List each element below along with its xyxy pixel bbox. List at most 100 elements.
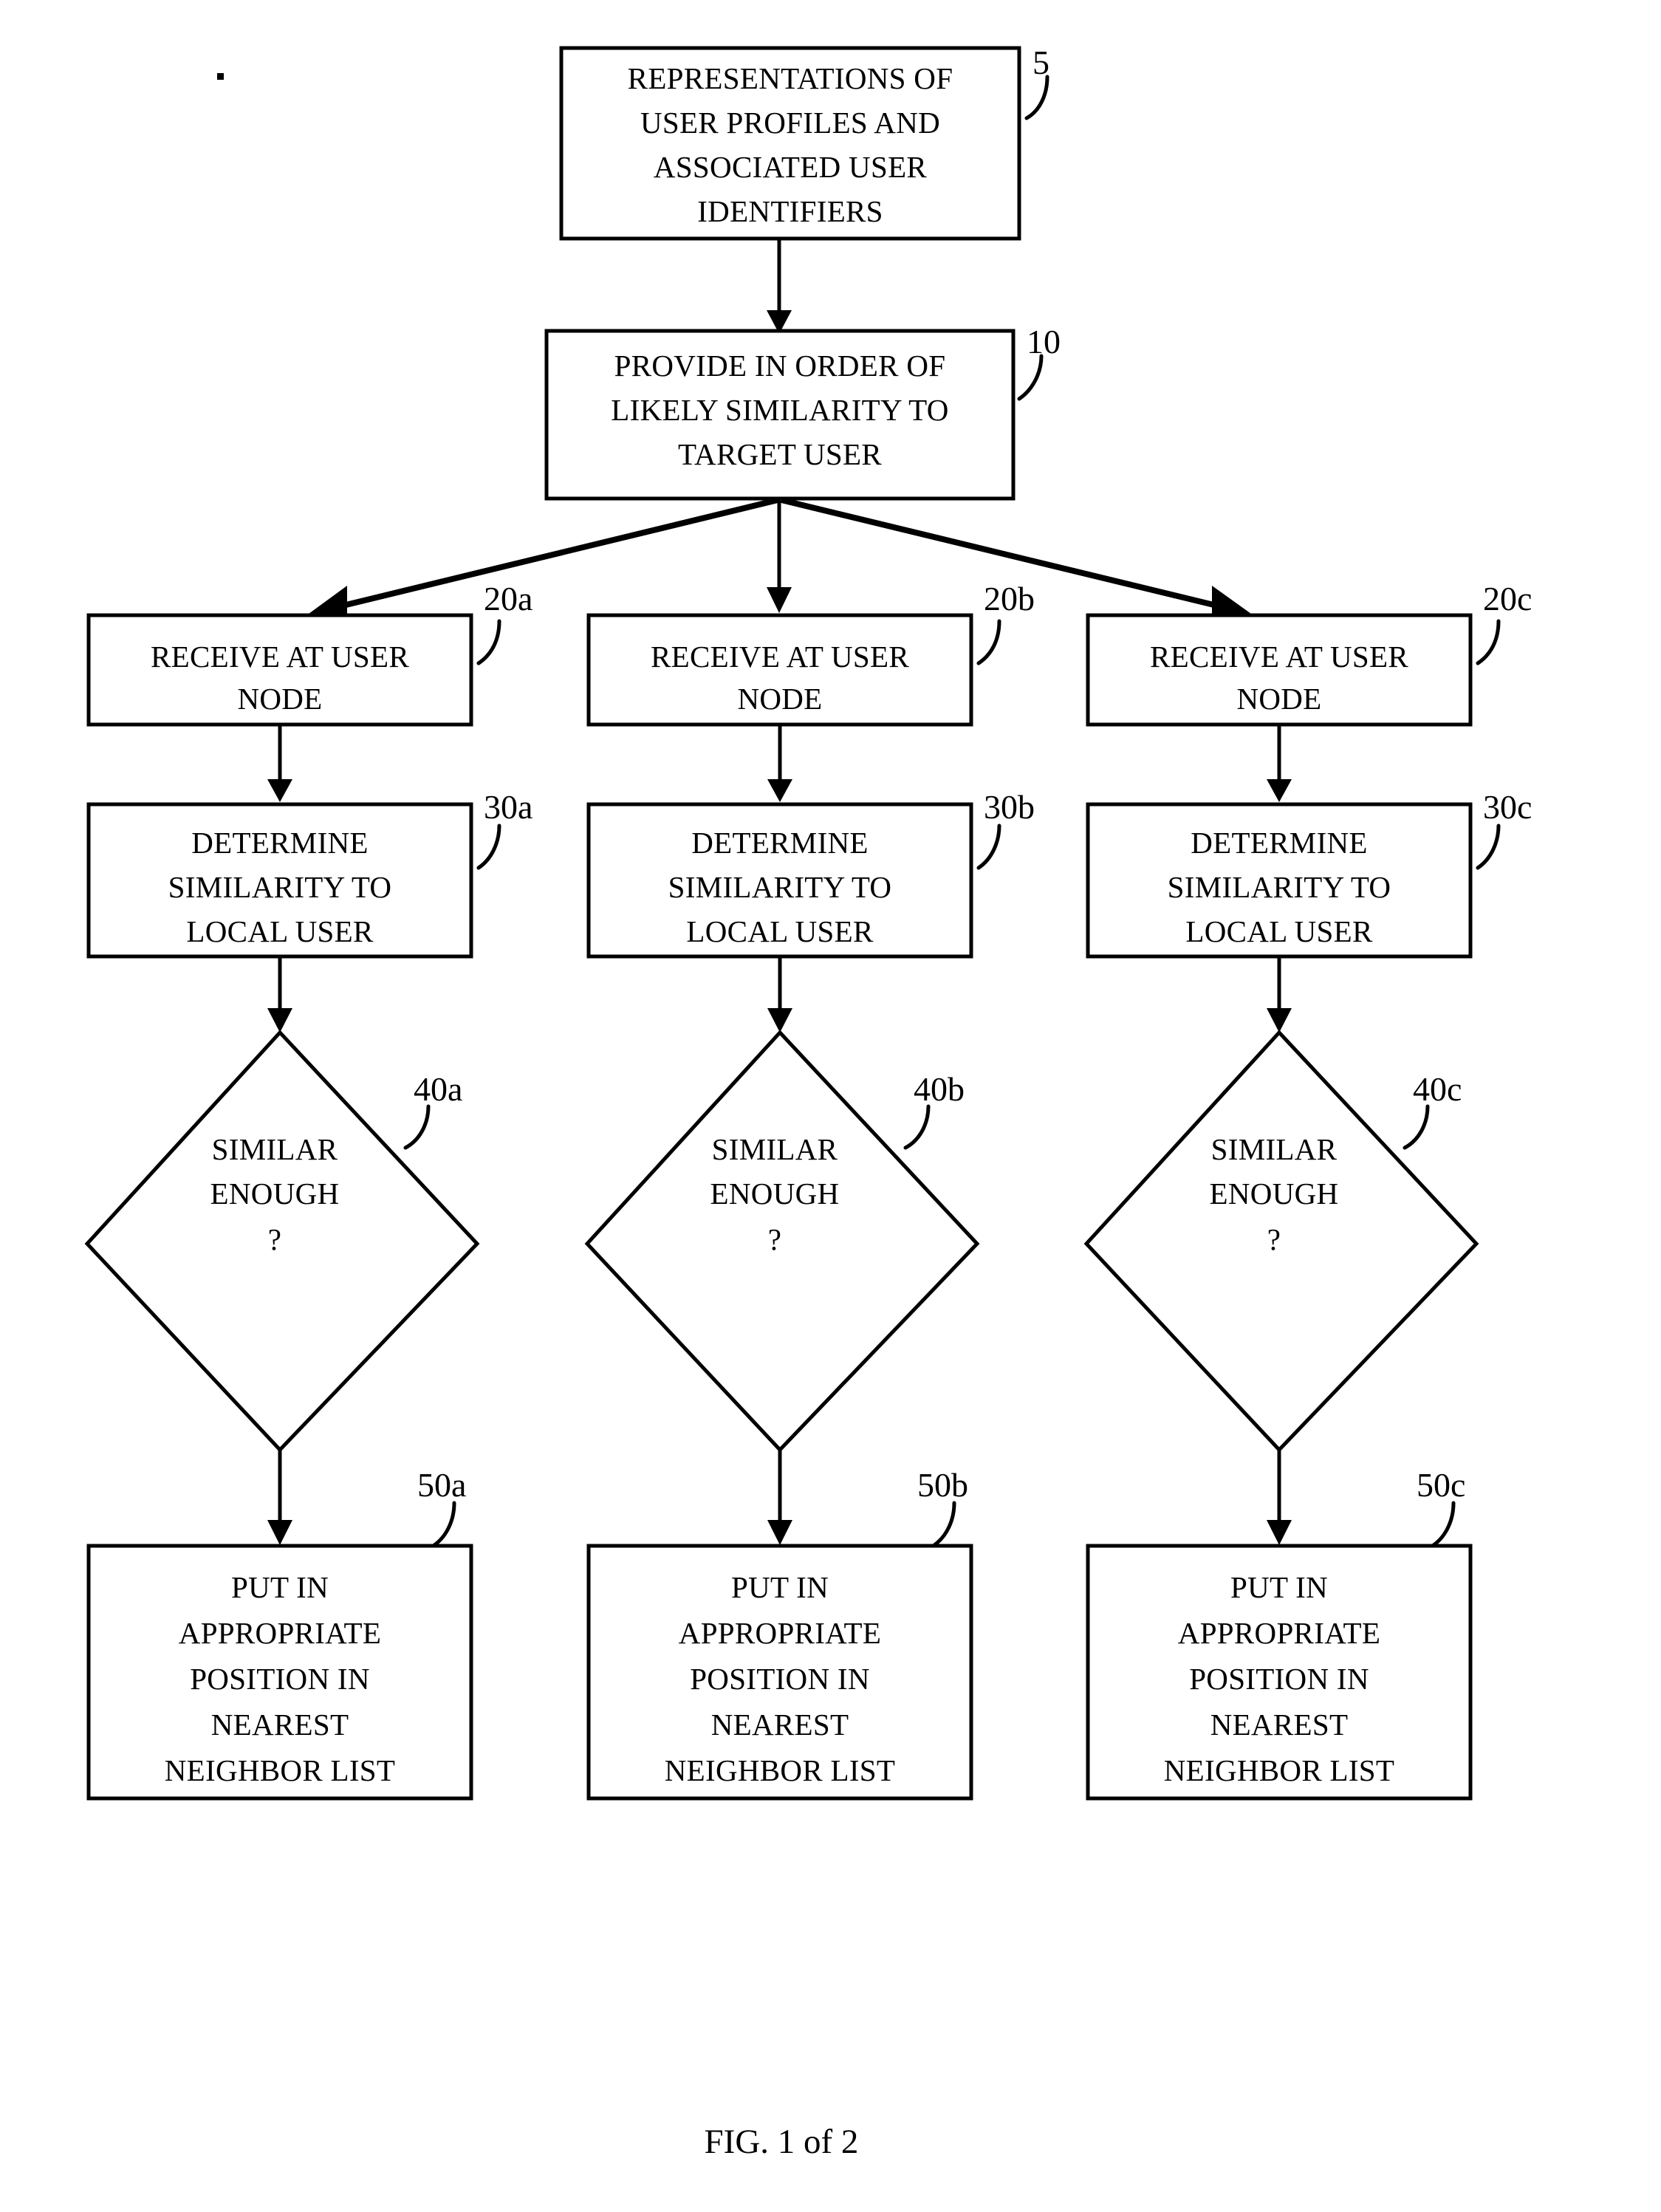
node-source: REPRESENTATIONS OF USER PROFILES AND ASS… [559,46,1021,241]
node-source-line-4: IDENTIFIERS [697,194,883,228]
ref-label-50b: 50b [917,1466,968,1504]
ref-label-40b: 40b [914,1070,965,1108]
node-receive-b: RECEIVE AT USER NODE [586,613,973,727]
ref-label-40a: 40a [414,1070,462,1108]
node-receive-a: RECEIVE AT USER NODE [86,613,473,727]
node-put-c: PUT IN APPROPRIATE POSITION IN NEAREST N… [1086,1544,1473,1801]
figure-caption: FIG. 1 of 2 [705,2123,859,2161]
ref-label-20a: 20a [484,580,532,617]
node-determine-b-line-1: DETERMINE [691,826,869,860]
node-determine-b-line-2: SIMILARITY TO [668,870,892,904]
node-decision-b-line-2: ENOUGH [710,1177,840,1211]
node-receive-c: RECEIVE AT USER NODE [1086,613,1473,727]
arrowhead-branch-b [767,587,792,613]
node-determine-c-line-3: LOCAL USER [1185,914,1373,948]
flowchart-canvas: REPRESENTATIONS OF USER PROFILES AND ASS… [84,44,1532,2161]
ref-label-40c: 40c [1413,1070,1462,1108]
node-determine-a: DETERMINE SIMILARITY TO LOCAL USER [86,802,473,959]
arrowhead-decision-c-to-put-c [1267,1520,1292,1545]
ref-leader-50c: 50c [1417,1466,1465,1547]
arrowhead-receive-a-to-determine-a [267,779,292,802]
node-put-b-line-1: PUT IN [731,1570,829,1604]
arrowhead-determine-b-to-decision-b [767,1008,792,1033]
arrowhead-branch-a [309,586,347,614]
ref-leader-30c: 30c [1476,788,1532,870]
node-put-b-line-5: NEIGHBOR LIST [665,1753,896,1787]
ref-label-30c: 30c [1483,788,1532,826]
arrowhead-decision-a-to-put-a [267,1520,292,1545]
node-decision-a-line-3: ? [268,1222,282,1256]
node-receive-c-line-2: NODE [1236,682,1321,716]
arrowhead-determine-a-to-decision-a [267,1008,292,1033]
ref-leader-50b: 50b [917,1466,968,1547]
node-put-b-line-4: NEAREST [711,1708,849,1742]
node-put-c-line-2: APPROPRIATE [1178,1616,1380,1650]
branch-to-column-a [333,497,778,611]
ref-leader-20a: 20a [476,580,532,665]
node-receive-a-line-1: RECEIVE AT USER [151,640,409,674]
ref-leader-30b: 30b [976,788,1035,870]
ref-leader-40c: 40c [1403,1070,1462,1150]
node-source-line-2: USER PROFILES AND [640,106,940,140]
node-put-b-line-2: APPROPRIATE [679,1616,881,1650]
ref-leader-40a: 40a [403,1070,462,1150]
node-provide-line-1: PROVIDE IN ORDER OF [614,349,946,383]
node-determine-a-line-1: DETERMINE [191,826,369,860]
ref-leader-20c: 20c [1476,580,1532,665]
node-put-a-line-3: POSITION IN [190,1662,370,1696]
node-decision-b-line-1: SIMILAR [712,1132,838,1166]
node-determine-a-line-2: SIMILARITY TO [168,870,392,904]
node-put-c-line-1: PUT IN [1230,1570,1328,1604]
node-put-c-line-3: POSITION IN [1189,1662,1369,1696]
node-put-a: PUT IN APPROPRIATE POSITION IN NEAREST N… [86,1544,473,1801]
node-put-b: PUT IN APPROPRIATE POSITION IN NEAREST N… [586,1544,973,1801]
arrowhead-receive-b-to-determine-b [767,779,792,802]
node-put-a-line-4: NEAREST [211,1708,349,1742]
node-decision-a-line-2: ENOUGH [210,1177,340,1211]
patent-figure: REPRESENTATIONS OF USER PROFILES AND ASS… [0,0,1661,2212]
node-put-a-line-2: APPROPRIATE [179,1616,381,1650]
node-decision-b-line-3: ? [768,1222,782,1256]
node-decision-c-line-1: SIMILAR [1211,1132,1338,1166]
node-decision-c-line-3: ? [1267,1222,1281,1256]
node-source-line-3: ASSOCIATED USER [654,150,927,184]
node-receive-c-line-1: RECEIVE AT USER [1150,640,1408,674]
node-receive-b-line-1: RECEIVE AT USER [651,640,909,674]
node-determine-b-line-3: LOCAL USER [686,914,874,948]
ref-label-50a: 50a [417,1466,466,1504]
ref-label-30b: 30b [984,788,1035,826]
arrowhead-receive-c-to-determine-c [1267,779,1292,802]
arrowhead-branch-c [1212,586,1251,614]
node-provide-line-3: TARGET USER [678,437,882,471]
ref-leader-5: 5 [1024,44,1049,120]
ref-label-10: 10 [1027,323,1061,360]
ref-label-30a: 30a [484,788,532,826]
ref-label-5: 5 [1032,44,1049,81]
node-determine-c-line-1: DETERMINE [1191,826,1368,860]
node-put-c-line-5: NEIGHBOR LIST [1164,1753,1395,1787]
node-receive-a-line-2: NODE [237,682,322,716]
ref-leader-50a: 50a [417,1466,466,1547]
node-put-a-line-5: NEIGHBOR LIST [165,1753,396,1787]
scan-speck [217,73,224,80]
node-put-b-line-3: POSITION IN [690,1662,870,1696]
node-determine-b: DETERMINE SIMILARITY TO LOCAL USER [586,802,973,959]
arrowhead-decision-b-to-put-b [767,1520,792,1545]
node-decision-a-line-1: SIMILAR [212,1132,338,1166]
node-provide: PROVIDE IN ORDER OF LIKELY SIMILARITY TO… [544,329,1016,501]
node-decision-c-line-2: ENOUGH [1210,1177,1339,1211]
node-source-line-1: REPRESENTATIONS OF [628,61,953,95]
ref-leader-30a: 30a [476,788,532,870]
node-determine-a-line-3: LOCAL USER [186,914,374,948]
node-receive-b-line-2: NODE [737,682,822,716]
arrowhead-determine-c-to-decision-c [1267,1008,1292,1033]
ref-label-20c: 20c [1483,580,1532,617]
ref-leader-40b: 40b [903,1070,965,1150]
node-determine-c-line-2: SIMILARITY TO [1168,870,1391,904]
node-determine-c: DETERMINE SIMILARITY TO LOCAL USER [1086,802,1473,959]
node-put-a-line-1: PUT IN [231,1570,329,1604]
ref-leader-20b: 20b [976,580,1035,665]
ref-leader-10: 10 [1017,323,1061,401]
ref-label-50c: 50c [1417,1466,1465,1504]
node-provide-line-2: LIKELY SIMILARITY TO [611,393,948,427]
